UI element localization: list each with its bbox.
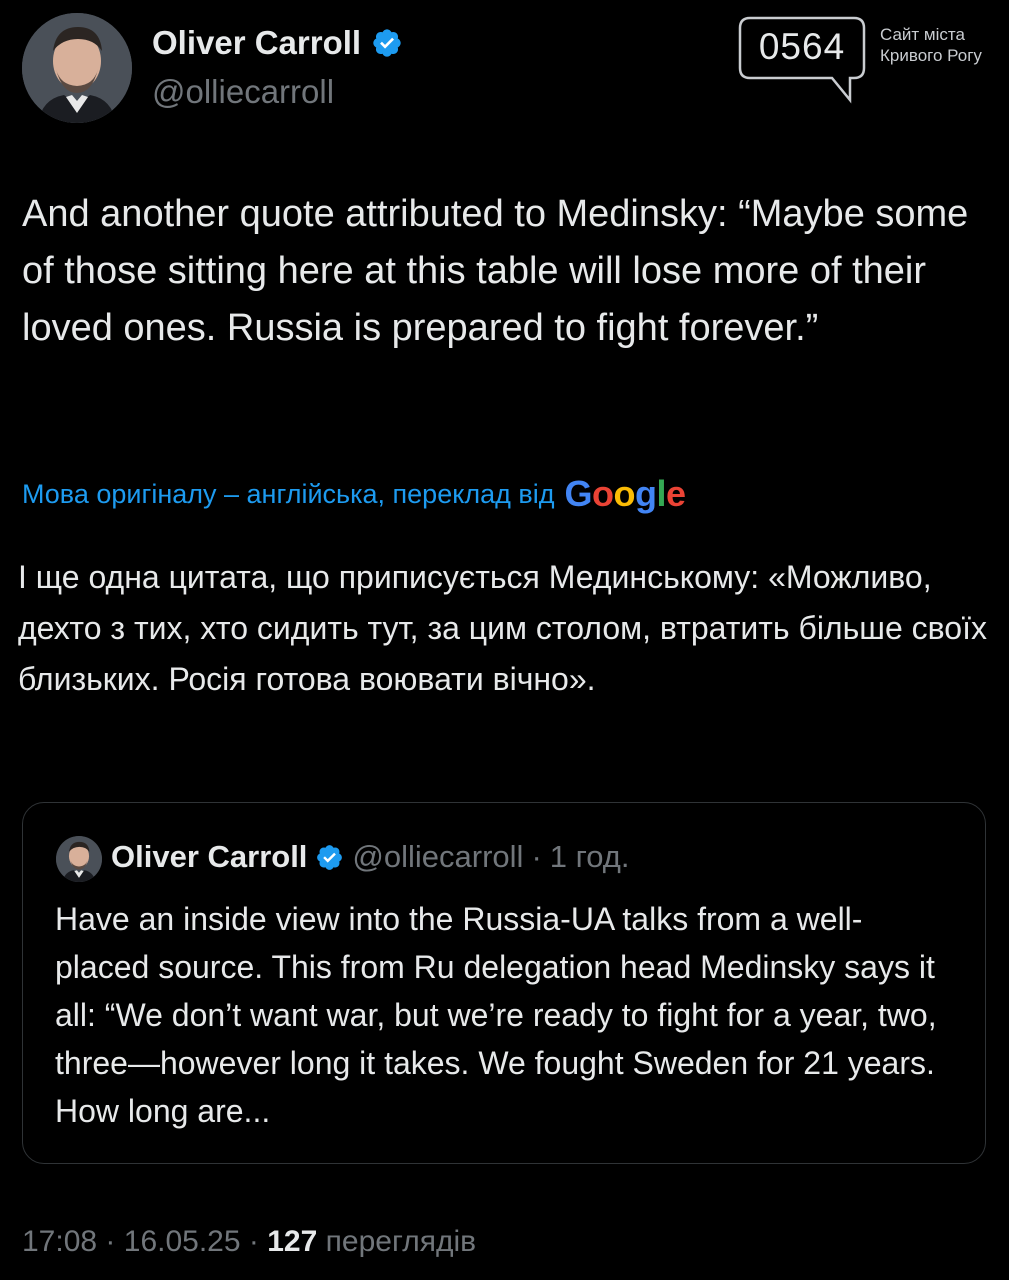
translated-text: І ще одна цитата, що приписується Мединс… [18,559,987,697]
tweet-time[interactable]: 17:08 [22,1225,97,1258]
views-count: 127 [267,1225,318,1258]
avatar-photo [22,13,132,123]
quoted-avatar-photo [56,836,102,882]
site-logo-caption-line2: Кривого Рогу [880,46,982,65]
translation-notice[interactable]: Мова оригіналу – англійська, переклад ві… [22,473,686,515]
author-avatar[interactable] [22,13,132,123]
author-name[interactable]: Oliver Carroll [152,24,403,62]
quoted-tweet-card[interactable]: Oliver Carroll @olliecarroll · 1 год. Ha… [22,802,986,1164]
quoted-author-handle: @olliecarroll [352,839,524,874]
tweet-date[interactable]: 16.05.25 [124,1225,241,1258]
views-label: переглядів [325,1225,477,1258]
author-handle[interactable]: @olliecarroll [152,73,334,111]
meta-separator-1: · [105,1225,116,1258]
quoted-tweet-text: Have an inside view into the Russia-UA t… [55,901,937,1129]
quoted-tweet-header: Oliver Carroll @olliecarroll · 1 год. [111,839,630,875]
author-name-text: Oliver Carroll [152,24,362,61]
quoted-separator: · [531,839,542,874]
google-logo: Google [564,473,686,514]
quoted-author-name: Oliver Carroll [111,839,308,874]
quoted-author-avatar [56,836,102,882]
site-logo-number: 0564 [758,26,846,67]
site-logo-caption: Сайт міста Кривого Рогу [880,24,982,66]
meta-separator-2: · [248,1225,259,1258]
site-logo-caption-line1: Сайт міста [880,25,965,44]
quoted-verified-badge-icon [317,844,343,870]
tweet-text: And another quote attributed to Medinsky… [22,193,969,349]
verified-badge-icon [373,29,401,57]
tweet-meta: 17:08 · 16.05.25 · 127 переглядів [22,1225,476,1259]
quoted-timestamp: 1 год. [549,839,630,874]
translation-notice-text: Мова оригіналу – англійська, переклад ві… [22,478,555,509]
